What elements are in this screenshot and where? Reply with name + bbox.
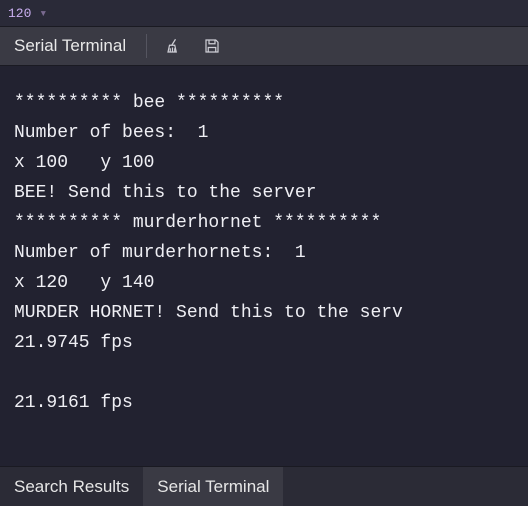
- save-button[interactable]: [201, 35, 223, 57]
- header-divider: [146, 34, 147, 58]
- terminal-line: x 120 y 140: [14, 268, 514, 298]
- panel-title: Serial Terminal: [0, 27, 140, 65]
- editor-gutter-strip: 120 ▾: [0, 0, 528, 26]
- save-icon: [203, 37, 221, 55]
- terminal-line: MURDER HORNET! Send this to the serv: [14, 298, 514, 328]
- header-toolbar: [153, 35, 223, 57]
- terminal-output[interactable]: ********** bee **********Number of bees:…: [0, 66, 528, 466]
- terminal-line: BEE! Send this to the server: [14, 178, 514, 208]
- broom-icon: [165, 37, 183, 55]
- terminal-line: Number of murderhornets: 1: [14, 238, 514, 268]
- panel-header: Serial Terminal: [0, 26, 528, 66]
- terminal-line: ********** murderhornet **********: [14, 208, 514, 238]
- panel-tab-bar: Search ResultsSerial Terminal: [0, 466, 528, 506]
- terminal-line: [14, 358, 514, 388]
- line-number: 120: [8, 6, 31, 21]
- tab-serial-terminal[interactable]: Serial Terminal: [143, 467, 283, 506]
- clear-button[interactable]: [163, 35, 185, 57]
- terminal-line: x 100 y 100: [14, 148, 514, 178]
- terminal-line: ********** bee **********: [14, 88, 514, 118]
- tab-search-results[interactable]: Search Results: [0, 467, 143, 506]
- terminal-line: Number of bees: 1: [14, 118, 514, 148]
- terminal-line: 21.9161 fps: [14, 388, 514, 418]
- fold-chevron-icon[interactable]: ▾: [39, 6, 47, 21]
- terminal-line: 21.9745 fps: [14, 328, 514, 358]
